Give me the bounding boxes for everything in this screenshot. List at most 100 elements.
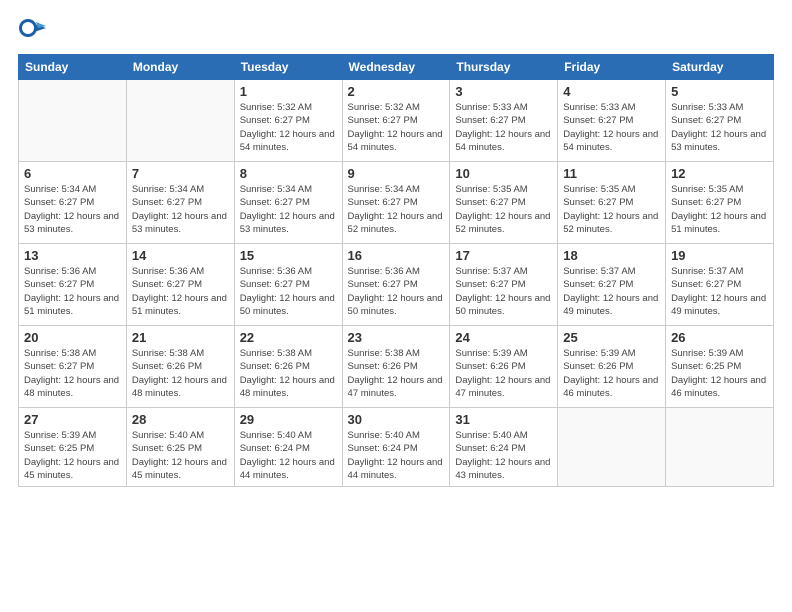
day-info: Sunrise: 5:32 AM Sunset: 6:27 PM Dayligh…: [348, 101, 445, 154]
day-info: Sunrise: 5:35 AM Sunset: 6:27 PM Dayligh…: [455, 183, 552, 236]
day-number: 17: [455, 248, 552, 263]
calendar-cell: 6 Sunrise: 5:34 AM Sunset: 6:27 PM Daylig…: [19, 162, 127, 244]
calendar-week-5: 27 Sunrise: 5:39 AM Sunset: 6:25 PM Dayli…: [19, 408, 774, 487]
day-info: Sunrise: 5:33 AM Sunset: 6:27 PM Dayligh…: [671, 101, 768, 154]
day-number: 9: [348, 166, 445, 181]
calendar-cell: 26Sunrise: 5:39 AM Sunset: 6:25 PM Dayli…: [666, 326, 774, 408]
day-number: 28: [132, 412, 229, 427]
calendar-cell: 25Sunrise: 5:39 AM Sunset: 6:26 PM Dayli…: [558, 326, 666, 408]
day-number: 2: [348, 84, 445, 99]
day-number: 1: [240, 84, 337, 99]
day-number: 24: [455, 330, 552, 345]
calendar-table: SundayMondayTuesdayWednesdayThursdayFrid…: [18, 54, 774, 487]
calendar-cell: 17 Sunrise: 5:37 AM Sunset: 6:27 PM Dayli…: [450, 244, 558, 326]
day-info: Sunrise: 5:33 AM Sunset: 6:27 PM Dayligh…: [563, 101, 660, 154]
calendar-week-4: 20 Sunrise: 5:38 AM Sunset: 6:27 PM Dayli…: [19, 326, 774, 408]
calendar-week-1: 1 Sunrise: 5:32 AM Sunset: 6:27 PM Daylig…: [19, 80, 774, 162]
calendar-page: SundayMondayTuesdayWednesdayThursdayFrid…: [0, 0, 792, 612]
day-info: Sunrise: 5:34 AM Sunset: 6:27 PM Dayligh…: [24, 183, 121, 236]
day-info: Sunrise: 5:39 AM Sunset: 6:25 PM Dayligh…: [24, 429, 121, 482]
day-info: Sunrise: 5:34 AM Sunset: 6:27 PM Dayligh…: [132, 183, 229, 236]
day-number: 7: [132, 166, 229, 181]
day-info: Sunrise: 5:40 AM Sunset: 6:24 PM Dayligh…: [348, 429, 445, 482]
calendar-cell: 13 Sunrise: 5:36 AM Sunset: 6:27 PM Dayli…: [19, 244, 127, 326]
calendar-header-row: SundayMondayTuesdayWednesdayThursdayFrid…: [19, 55, 774, 80]
calendar-cell: 10 Sunrise: 5:35 AM Sunset: 6:27 PM Dayli…: [450, 162, 558, 244]
day-info: Sunrise: 5:34 AM Sunset: 6:27 PM Dayligh…: [240, 183, 337, 236]
day-info: Sunrise: 5:37 AM Sunset: 6:27 PM Dayligh…: [563, 265, 660, 318]
header: [18, 18, 774, 46]
calendar-cell: 8 Sunrise: 5:34 AM Sunset: 6:27 PM Daylig…: [234, 162, 342, 244]
calendar-cell: 19 Sunrise: 5:37 AM Sunset: 6:27 PM Dayli…: [666, 244, 774, 326]
day-info: Sunrise: 5:36 AM Sunset: 6:27 PM Dayligh…: [132, 265, 229, 318]
day-number: 5: [671, 84, 768, 99]
day-number: 20: [24, 330, 121, 345]
day-info: Sunrise: 5:40 AM Sunset: 6:24 PM Dayligh…: [455, 429, 552, 482]
day-info: Sunrise: 5:36 AM Sunset: 6:27 PM Dayligh…: [24, 265, 121, 318]
day-number: 14: [132, 248, 229, 263]
day-info: Sunrise: 5:39 AM Sunset: 6:26 PM Dayligh…: [563, 347, 660, 400]
day-number: 23: [348, 330, 445, 345]
calendar-header-sunday: Sunday: [19, 55, 127, 80]
day-number: 16: [348, 248, 445, 263]
day-number: 12: [671, 166, 768, 181]
day-info: Sunrise: 5:40 AM Sunset: 6:24 PM Dayligh…: [240, 429, 337, 482]
calendar-cell: 2 Sunrise: 5:32 AM Sunset: 6:27 PM Daylig…: [342, 80, 450, 162]
calendar-cell: [126, 80, 234, 162]
day-info: Sunrise: 5:37 AM Sunset: 6:27 PM Dayligh…: [671, 265, 768, 318]
calendar-cell: 4 Sunrise: 5:33 AM Sunset: 6:27 PM Daylig…: [558, 80, 666, 162]
calendar-header-friday: Friday: [558, 55, 666, 80]
calendar-cell: 21 Sunrise: 5:38 AM Sunset: 6:26 PM Dayli…: [126, 326, 234, 408]
calendar-cell: 24 Sunrise: 5:39 AM Sunset: 6:26 PM Dayli…: [450, 326, 558, 408]
calendar-week-3: 13 Sunrise: 5:36 AM Sunset: 6:27 PM Dayli…: [19, 244, 774, 326]
day-number: 19: [671, 248, 768, 263]
calendar-cell: 11 Sunrise: 5:35 AM Sunset: 6:27 PM Dayli…: [558, 162, 666, 244]
day-number: 3: [455, 84, 552, 99]
day-info: Sunrise: 5:38 AM Sunset: 6:26 PM Dayligh…: [132, 347, 229, 400]
calendar-cell: 18 Sunrise: 5:37 AM Sunset: 6:27 PM Dayli…: [558, 244, 666, 326]
day-info: Sunrise: 5:39 AM Sunset: 6:26 PM Dayligh…: [455, 347, 552, 400]
day-number: 18: [563, 248, 660, 263]
day-info: Sunrise: 5:36 AM Sunset: 6:27 PM Dayligh…: [240, 265, 337, 318]
day-info: Sunrise: 5:36 AM Sunset: 6:27 PM Dayligh…: [348, 265, 445, 318]
day-number: 4: [563, 84, 660, 99]
calendar-cell: 12Sunrise: 5:35 AM Sunset: 6:27 PM Dayli…: [666, 162, 774, 244]
day-info: Sunrise: 5:35 AM Sunset: 6:27 PM Dayligh…: [563, 183, 660, 236]
day-info: Sunrise: 5:33 AM Sunset: 6:27 PM Dayligh…: [455, 101, 552, 154]
day-number: 21: [132, 330, 229, 345]
day-number: 11: [563, 166, 660, 181]
day-number: 15: [240, 248, 337, 263]
calendar-cell: 15 Sunrise: 5:36 AM Sunset: 6:27 PM Dayli…: [234, 244, 342, 326]
day-number: 8: [240, 166, 337, 181]
day-number: 10: [455, 166, 552, 181]
day-number: 22: [240, 330, 337, 345]
logo: [18, 18, 50, 46]
calendar-cell: 14 Sunrise: 5:36 AM Sunset: 6:27 PM Dayli…: [126, 244, 234, 326]
calendar-cell: 3 Sunrise: 5:33 AM Sunset: 6:27 PM Daylig…: [450, 80, 558, 162]
calendar-header-thursday: Thursday: [450, 55, 558, 80]
day-info: Sunrise: 5:37 AM Sunset: 6:27 PM Dayligh…: [455, 265, 552, 318]
calendar-cell: 27 Sunrise: 5:39 AM Sunset: 6:25 PM Dayli…: [19, 408, 127, 487]
day-number: 13: [24, 248, 121, 263]
calendar-cell: 22 Sunrise: 5:38 AM Sunset: 6:26 PM Dayli…: [234, 326, 342, 408]
calendar-cell: 31 Sunrise: 5:40 AM Sunset: 6:24 PM Dayli…: [450, 408, 558, 487]
day-number: 6: [24, 166, 121, 181]
calendar-cell: [666, 408, 774, 487]
calendar-header-monday: Monday: [126, 55, 234, 80]
day-number: 30: [348, 412, 445, 427]
day-info: Sunrise: 5:34 AM Sunset: 6:27 PM Dayligh…: [348, 183, 445, 236]
day-number: 31: [455, 412, 552, 427]
calendar-cell: 30 Sunrise: 5:40 AM Sunset: 6:24 PM Dayli…: [342, 408, 450, 487]
day-info: Sunrise: 5:38 AM Sunset: 6:26 PM Dayligh…: [348, 347, 445, 400]
calendar-week-2: 6 Sunrise: 5:34 AM Sunset: 6:27 PM Daylig…: [19, 162, 774, 244]
day-info: Sunrise: 5:39 AM Sunset: 6:25 PM Dayligh…: [671, 347, 768, 400]
day-info: Sunrise: 5:38 AM Sunset: 6:26 PM Dayligh…: [240, 347, 337, 400]
calendar-cell: 1Sunrise: 5:32 AM Sunset: 6:27 PM Daylig…: [234, 80, 342, 162]
calendar-cell: 29Sunrise: 5:40 AM Sunset: 6:24 PM Dayli…: [234, 408, 342, 487]
day-info: Sunrise: 5:38 AM Sunset: 6:27 PM Dayligh…: [24, 347, 121, 400]
day-number: 27: [24, 412, 121, 427]
calendar-cell: 5 Sunrise: 5:33 AM Sunset: 6:27 PM Daylig…: [666, 80, 774, 162]
calendar-cell: [19, 80, 127, 162]
logo-icon: [18, 18, 46, 46]
calendar-cell: 9 Sunrise: 5:34 AM Sunset: 6:27 PM Daylig…: [342, 162, 450, 244]
